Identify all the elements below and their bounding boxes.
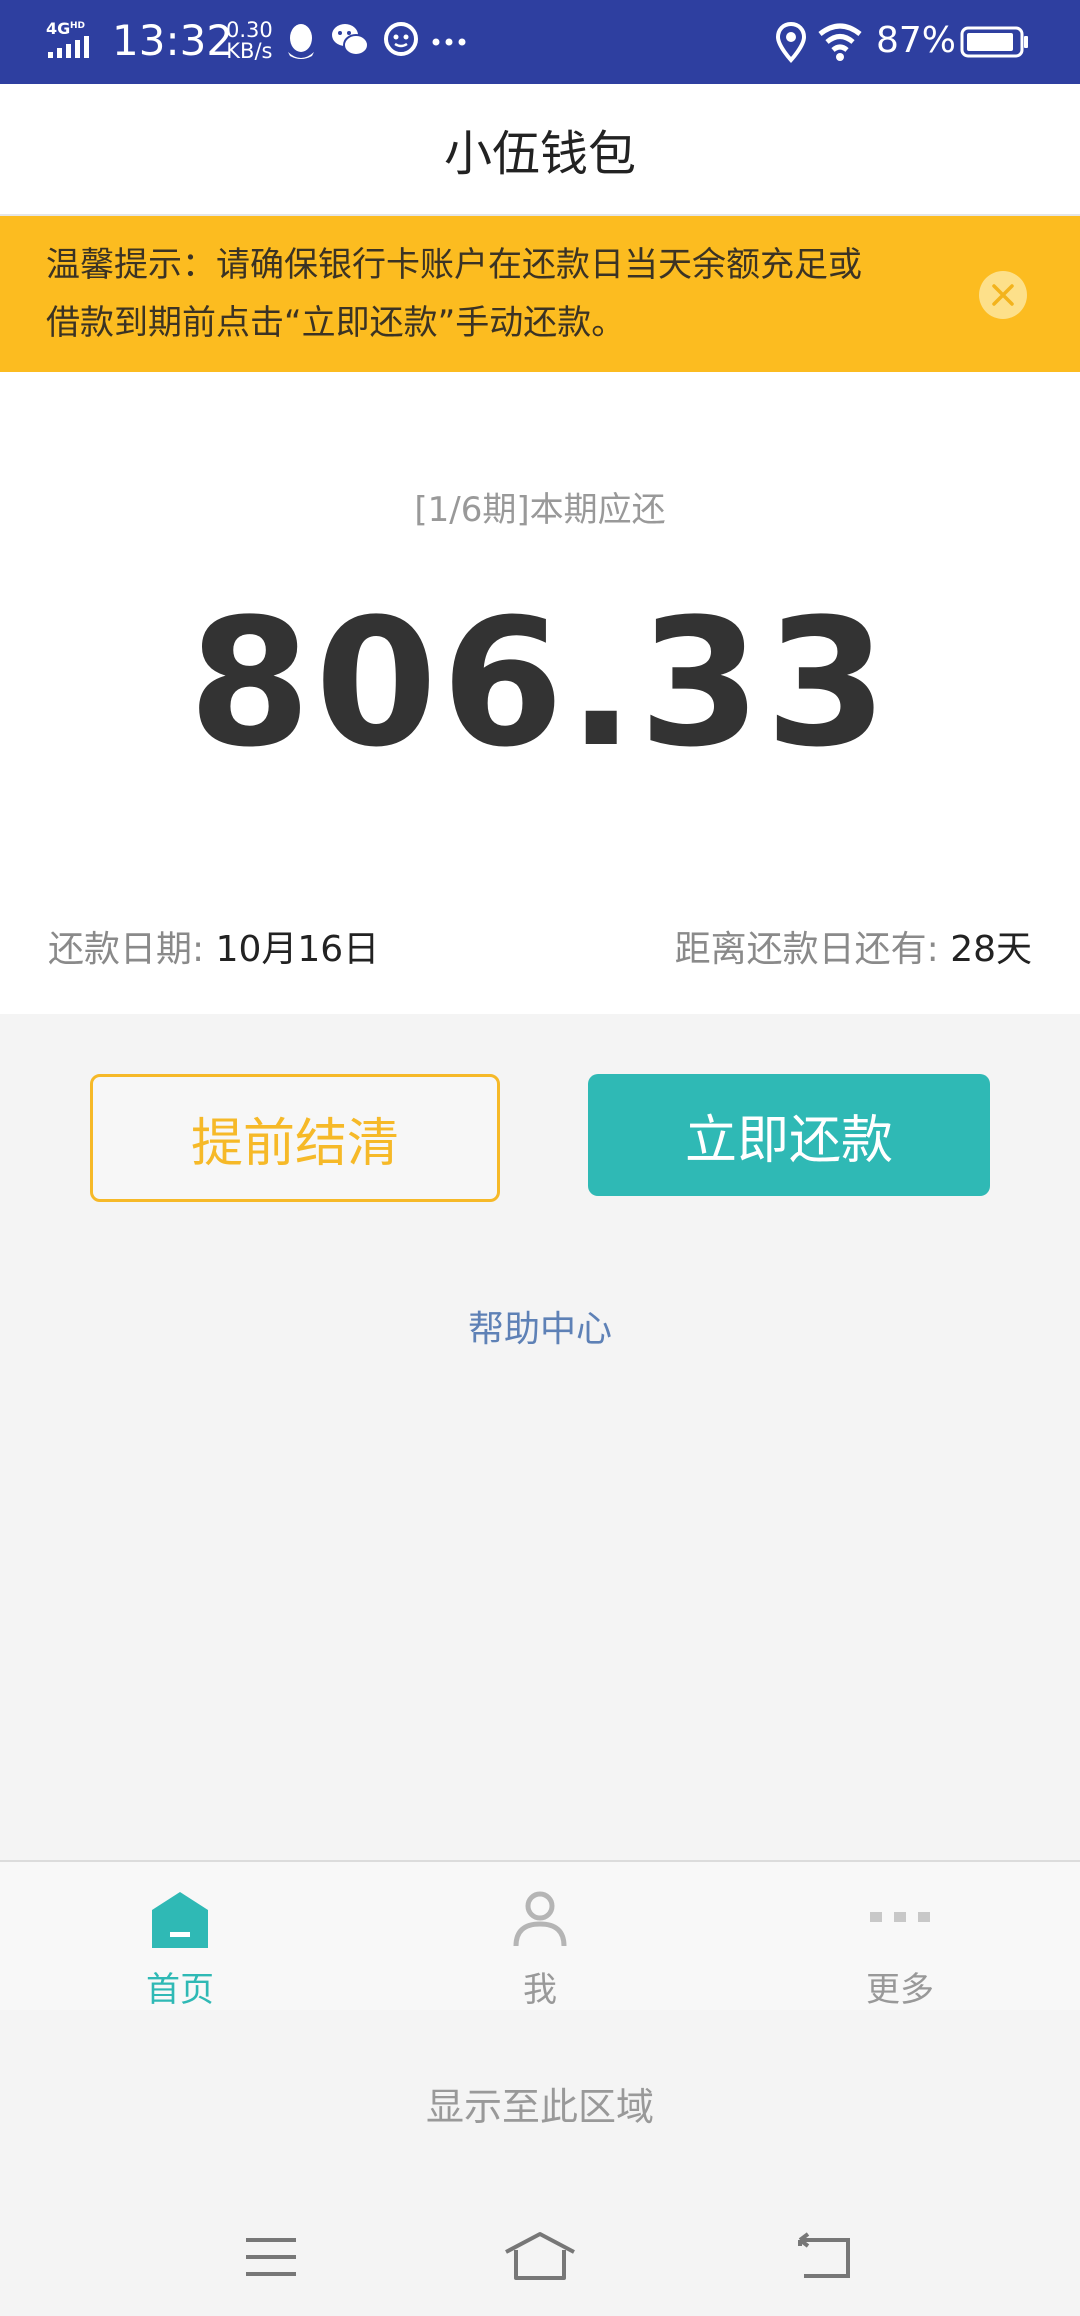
due-date-value: 10月16日 [215,929,380,970]
chat-bot-icon [384,22,418,56]
wifi-icon [818,23,862,61]
notice-text-line-1: 温馨提示：请确保银行卡账户在还款日当天余额充足或 [46,245,862,285]
tab-home-label: 首页 [146,1970,214,2010]
location-icon [775,21,807,63]
bottom-tab-bar: 首页 我 更多 [0,1860,1080,2010]
period-label: [1/6期]本期应还 [414,490,666,530]
svg-text:4G: 4G [46,19,70,38]
due-date-label: 还款日期: [48,929,216,970]
notice-text-line-2: 借款到期前点击“立即还款”手动还款。 [46,303,626,343]
close-notice-icon[interactable] [978,270,1028,320]
tab-home[interactable]: 首页 [0,1862,360,2010]
tab-more[interactable]: 更多 [720,1862,1080,2010]
signal-icon: 4G HD [46,19,89,58]
app-header: 小伍钱包 [0,84,1080,216]
bill-card: [1/6期]本期应还 806.33 还款日期: 10月16日 距离还款日还有: … [0,372,1080,1014]
tab-more-label: 更多 [866,1970,934,2010]
system-nav-bar [0,2200,1080,2316]
amount-due: 806.33 [188,581,892,786]
tab-me-label: 我 [523,1970,557,2010]
help-center-link[interactable]: 帮助中心 [0,1300,1080,1352]
tab-me[interactable]: 我 [360,1862,720,2010]
days-remaining: 距离还款日还有: 28天 [675,920,1032,972]
more-notifications-icon [432,38,466,46]
network-speed-unit: KB/s [226,39,273,63]
notice-banner: 温馨提示：请确保银行卡账户在还款日当天余额充足或 借款到期前点击“立即还款”手动… [0,216,1080,372]
battery-icon [960,26,1028,58]
menu-icon[interactable] [244,2230,298,2284]
repay-now-button[interactable]: 立即还款 [588,1074,990,1196]
qq-icon [288,24,314,59]
days-remaining-value: 28天 [950,929,1032,970]
battery-percent: 87% [876,20,957,61]
network-speed: 0.30 KB/s [226,20,273,62]
display-area-hint: 显示至此区域 [425,2085,654,2129]
home-icon [152,1892,208,1948]
more-icon [870,1912,930,1922]
days-remaining-label: 距离还款日还有: [674,929,951,970]
notice-text: 温馨提示：请确保银行卡账户在还款日当天余额充足或 借款到期前点击“立即还款”手动… [46,236,946,352]
network-speed-value: 0.30 [226,18,273,42]
due-date: 还款日期: 10月16日 [48,920,379,972]
home-nav-icon[interactable] [504,2230,576,2284]
early-settle-button[interactable]: 提前结清 [90,1074,500,1202]
svg-text:HD: HD [70,21,85,31]
user-icon [513,1891,567,1947]
status-bar: 4G HD 13:32 0.30 KB/s 87% [0,0,1080,84]
status-time: 13:32 [112,16,234,65]
page-title: 小伍钱包 [443,126,636,182]
wechat-icon [332,24,369,56]
back-icon[interactable] [796,2230,854,2284]
